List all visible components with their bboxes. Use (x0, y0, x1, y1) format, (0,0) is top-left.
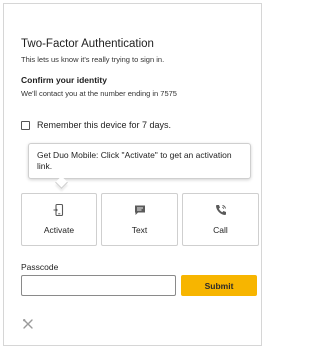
tools-icon[interactable] (22, 318, 34, 330)
duo-mobile-tooltip: Get Duo Mobile: Click "Activate" to get … (28, 143, 251, 179)
phone-call-icon (215, 205, 226, 215)
chat-bubble-icon (134, 205, 145, 215)
confirm-description: We'll contact you at the number ending i… (21, 89, 177, 98)
remember-device-row[interactable]: Remember this device for 7 days. (21, 119, 171, 131)
passcode-input[interactable] (21, 275, 176, 296)
remember-device-label: Remember this device for 7 days. (37, 120, 172, 130)
passcode-label: Passcode (21, 262, 59, 272)
page-subtitle: This lets us know it's really trying to … (21, 55, 165, 64)
tooltip-text: Get Duo Mobile: Click "Activate" to get … (37, 150, 232, 171)
text-label: Text (131, 225, 148, 235)
text-button[interactable]: Text (101, 193, 178, 246)
call-button[interactable]: Call (182, 193, 259, 246)
activate-label: Activate (43, 225, 75, 235)
remember-device-checkbox[interactable] (21, 120, 30, 130)
page-title: Two-Factor Authentication (21, 38, 154, 50)
call-label: Call (213, 225, 228, 235)
activate-button[interactable]: Activate (21, 193, 97, 246)
confirm-heading: Confirm your identity (21, 75, 107, 85)
phone-activate-icon (53, 203, 64, 217)
submit-button[interactable]: Submit (181, 275, 257, 296)
